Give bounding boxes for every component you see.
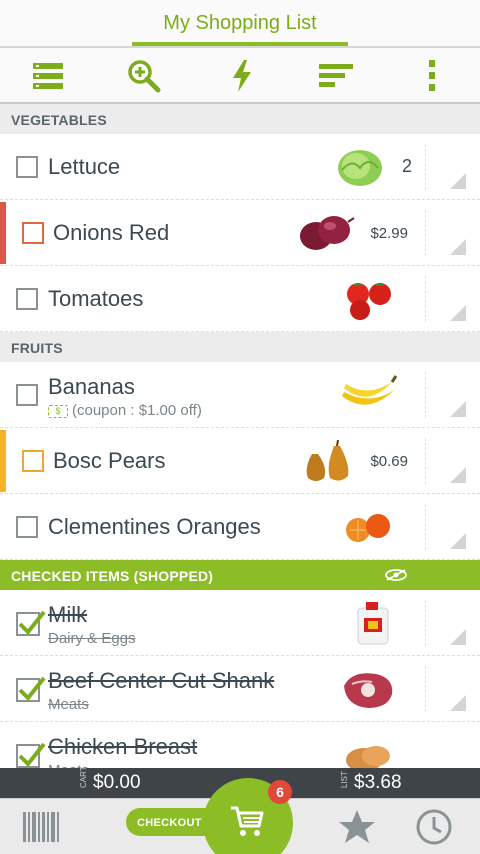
item-checkbox[interactable] <box>22 222 44 244</box>
clock-icon[interactable] <box>414 807 454 847</box>
app: My Shopping List VEGETABLES Lettuce 2 On… <box>0 0 480 854</box>
cart-total-value: $0.00 <box>93 772 141 793</box>
item-name: Bananas <box>48 374 135 399</box>
row-divider <box>425 144 426 190</box>
row-corner-indicator[interactable] <box>450 467 466 483</box>
coupon-icon: $ <box>48 405 68 418</box>
lettuce-image <box>338 150 382 186</box>
section-header-vegetables: VEGETABLES <box>0 104 480 134</box>
zoom-in-icon[interactable] <box>124 56 164 96</box>
sort-icon[interactable] <box>316 56 356 96</box>
item-name: Beef Center Cut Shank <box>48 668 275 693</box>
title-bar: My Shopping List <box>0 0 480 48</box>
item-checkbox[interactable] <box>22 450 44 472</box>
list-total-label: LIST <box>340 771 349 788</box>
item-name: Clementines Oranges <box>48 514 261 539</box>
row-corner-indicator[interactable] <box>450 695 466 711</box>
row-corner-indicator[interactable] <box>450 533 466 549</box>
priority-marker <box>0 202 6 264</box>
check-icon <box>18 742 46 767</box>
pears-image <box>306 439 349 481</box>
row-corner-indicator[interactable] <box>450 305 466 321</box>
star-icon[interactable] <box>338 809 376 845</box>
section-header-checked: CHECKED ITEMS (SHOPPED) <box>0 560 480 590</box>
row-corner-indicator[interactable] <box>450 239 466 255</box>
row-divider <box>425 276 426 322</box>
list-item-tomatoes[interactable]: Tomatoes <box>0 266 480 332</box>
row-corner-indicator[interactable] <box>450 173 466 189</box>
list-item-bosc-pears[interactable]: Bosc Pears $0.69 <box>0 428 480 494</box>
row-divider <box>425 600 426 646</box>
list-item-clementines[interactable]: Clementines Oranges <box>0 494 480 560</box>
section-title: CHECKED ITEMS (SHOPPED) <box>11 568 214 584</box>
item-name: Milk <box>48 602 88 627</box>
bananas-image <box>342 375 398 405</box>
item-category: Meats <box>48 696 89 713</box>
priority-marker <box>0 430 6 492</box>
item-checkbox[interactable] <box>16 156 38 178</box>
item-price: $0.69 <box>370 453 408 470</box>
row-divider <box>425 438 426 484</box>
coupon-text: (coupon : $1.00 off) <box>72 402 202 419</box>
tomatoes-image <box>347 283 391 320</box>
row-corner-indicator[interactable] <box>450 401 466 417</box>
list-item-milk[interactable]: Milk Dairy & Eggs <box>0 590 480 656</box>
item-price: $2.99 <box>370 225 408 242</box>
item-checkbox[interactable] <box>16 516 38 538</box>
cart-icon <box>231 806 264 836</box>
row-divider <box>425 666 426 712</box>
row-divider <box>425 504 426 550</box>
item-checkbox-checked[interactable] <box>16 610 46 636</box>
row-divider <box>425 210 426 256</box>
row-corner-indicator[interactable] <box>450 629 466 645</box>
more-vert-icon[interactable] <box>412 56 452 96</box>
red-onion-image <box>300 216 355 250</box>
cart-count-badge: 6 <box>268 780 292 804</box>
list-item-bananas[interactable]: Bananas $ (coupon : $1.00 off) <box>0 362 480 428</box>
list-view-icon[interactable] <box>28 56 68 96</box>
check-icon <box>18 676 46 701</box>
page-title[interactable]: My Shopping List <box>0 12 480 35</box>
item-name: Onions Red <box>53 220 170 245</box>
item-checkbox[interactable] <box>16 384 38 406</box>
item-coupon: $ (coupon : $1.00 off) <box>48 402 202 419</box>
cart-total-label: CART <box>79 766 88 788</box>
section-header-fruits: FRUITS <box>0 332 480 362</box>
title-underline <box>132 42 348 46</box>
item-name: Tomatoes <box>48 286 144 311</box>
item-checkbox-checked[interactable] <box>16 676 46 702</box>
item-name: Chicken Breast <box>48 734 198 759</box>
item-checkbox-checked[interactable] <box>16 742 46 768</box>
list-item-onions-red[interactable]: Onions Red $2.99 <box>0 200 480 266</box>
item-name: Bosc Pears <box>53 448 166 473</box>
item-name: Lettuce <box>48 154 121 179</box>
beef-image <box>344 673 393 708</box>
flash-icon[interactable] <box>222 56 262 96</box>
clementines-image <box>346 514 390 542</box>
item-quantity: 2 <box>401 156 412 176</box>
list-item-beef[interactable]: Beef Center Cut Shank Meats <box>0 656 480 722</box>
toolbar <box>0 48 480 104</box>
check-icon <box>18 610 46 635</box>
row-divider <box>425 372 426 418</box>
hide-eye-icon[interactable] <box>384 568 408 582</box>
item-category: Dairy & Eggs <box>48 630 136 647</box>
barcode-icon[interactable] <box>22 811 60 843</box>
item-checkbox[interactable] <box>16 288 38 310</box>
list-item-lettuce[interactable]: Lettuce 2 <box>0 134 480 200</box>
list-total-value: $3.68 <box>354 772 402 793</box>
milk-image <box>357 602 389 645</box>
